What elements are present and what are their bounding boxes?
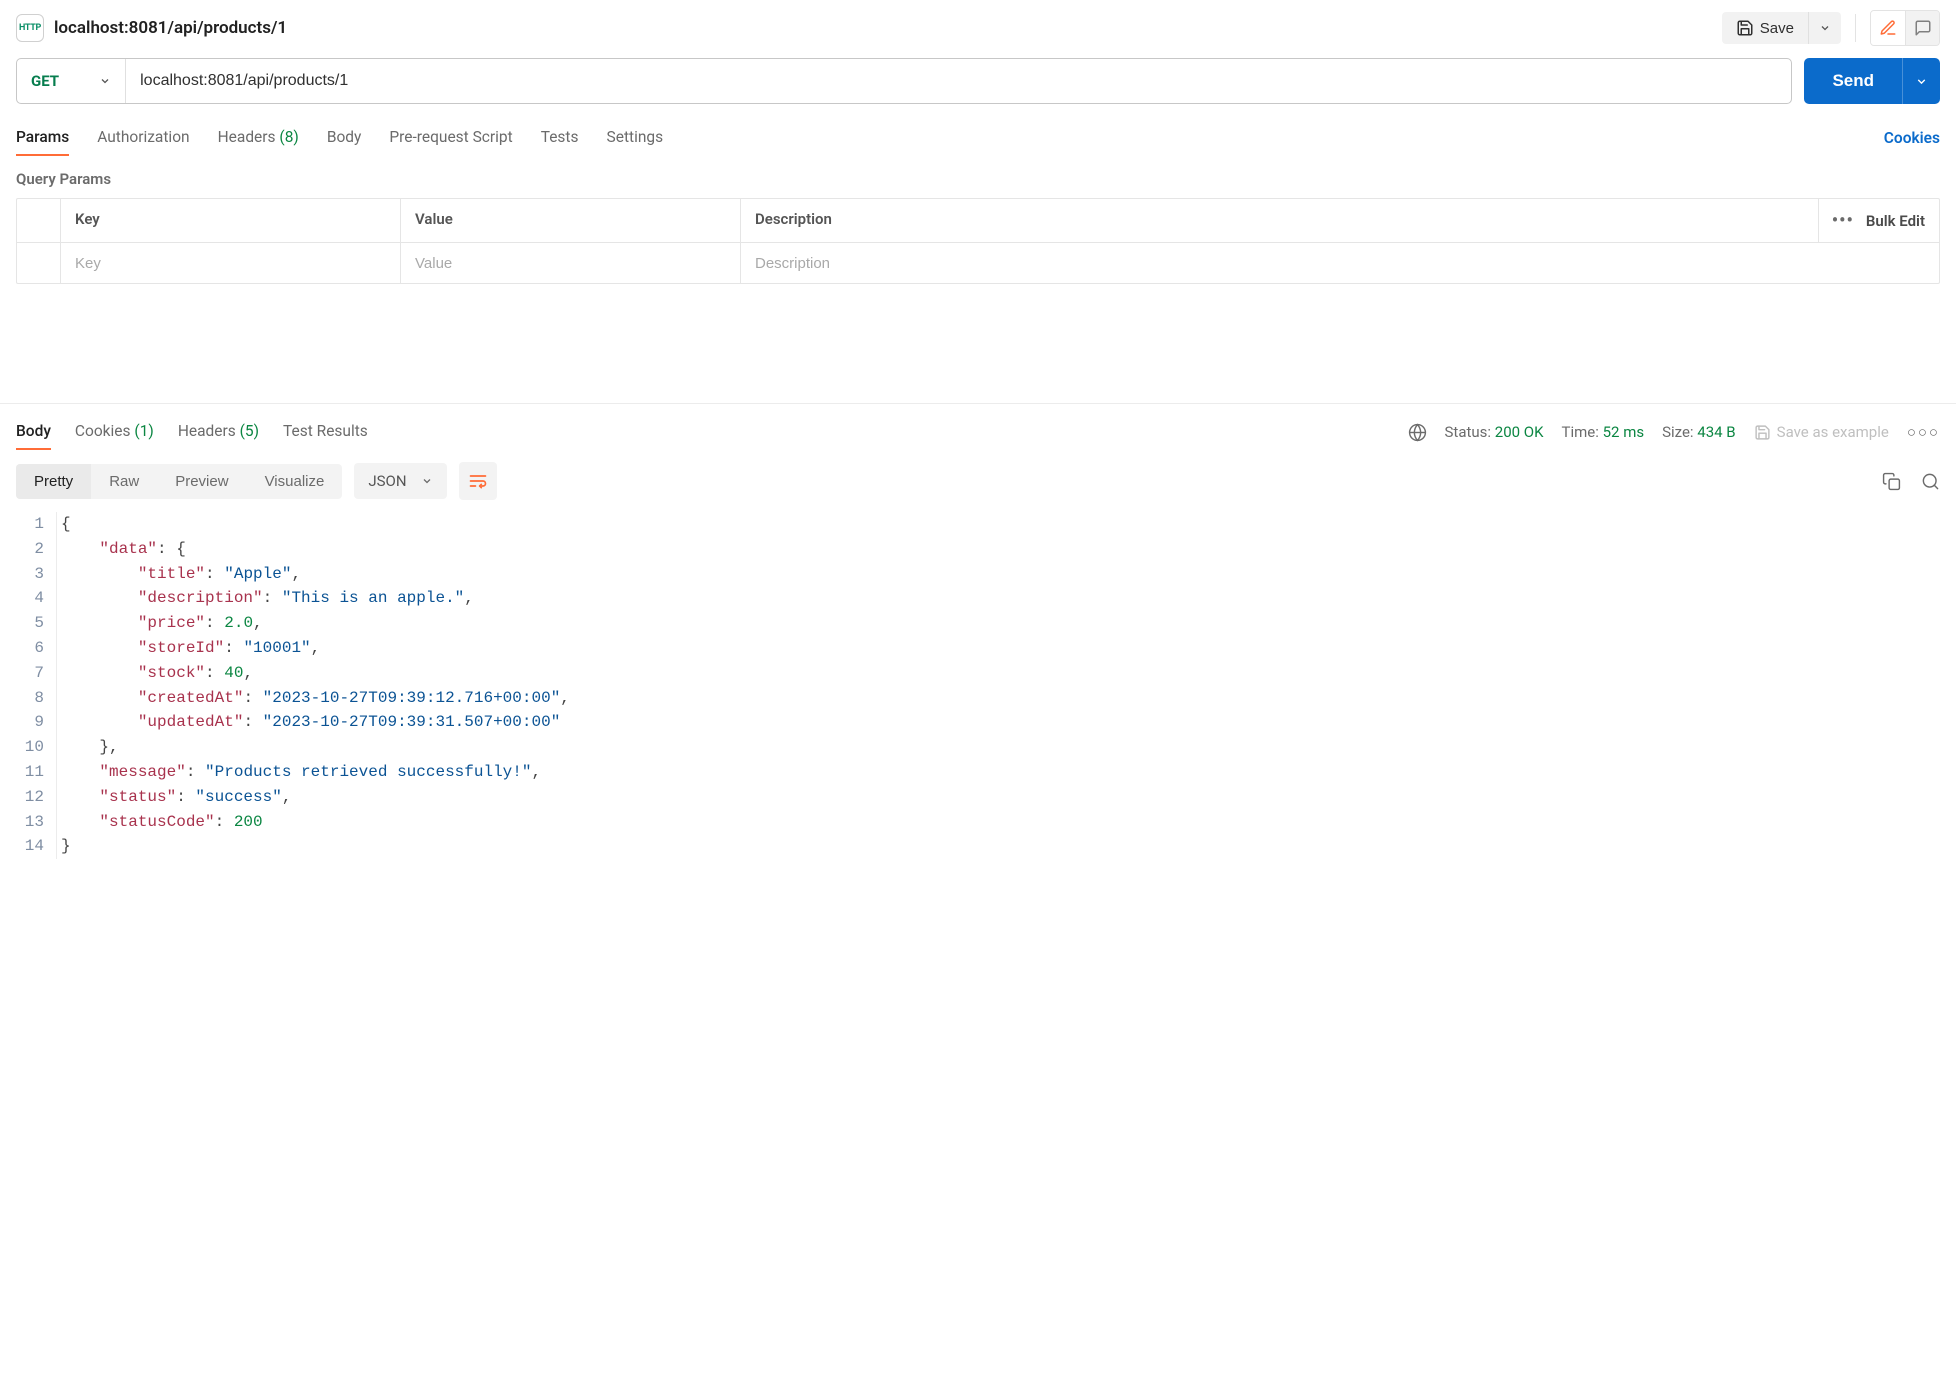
status-meta[interactable]: Status: 200 OK	[1445, 423, 1544, 441]
status-label: Status:	[1445, 423, 1492, 441]
size-value: 434 B	[1697, 423, 1735, 441]
bulk-edit-button[interactable]: Bulk Edit	[1866, 212, 1925, 230]
comments-button[interactable]	[1905, 11, 1939, 45]
view-pretty[interactable]: Pretty	[16, 464, 91, 499]
chevron-down-icon	[99, 75, 111, 87]
resp-tab-body[interactable]: Body	[16, 414, 51, 450]
save-button[interactable]: Save	[1722, 12, 1808, 44]
time-label: Time:	[1562, 423, 1599, 441]
resp-tab-cookies-label: Cookies	[75, 422, 131, 440]
copy-icon[interactable]	[1882, 472, 1901, 491]
resp-tab-headers-count: (5)	[240, 422, 259, 440]
response-body[interactable]: 1234567891011121314 { "data": { "title":…	[0, 512, 1956, 859]
http-badge-icon: HTTP	[16, 14, 44, 42]
resp-tab-headers-label: Headers	[178, 422, 236, 440]
query-params-table: Key Value Description ••• Bulk Edit	[16, 198, 1940, 284]
http-method-select[interactable]: GET	[17, 59, 126, 103]
more-columns-icon[interactable]: •••	[1832, 210, 1854, 231]
save-example-label: Save as example	[1777, 423, 1889, 441]
size-label: Size:	[1662, 423, 1693, 441]
param-desc-input[interactable]	[755, 255, 1805, 272]
save-icon	[1736, 19, 1754, 37]
tab-headers-label: Headers	[218, 128, 276, 146]
response-more-icon[interactable]: ○○○	[1907, 423, 1940, 441]
resp-tab-cookies-count: (1)	[134, 422, 153, 440]
view-visualize[interactable]: Visualize	[247, 464, 343, 499]
resp-tab-cookies[interactable]: Cookies (1)	[75, 414, 154, 450]
resp-tab-headers[interactable]: Headers (5)	[178, 414, 259, 450]
time-value: 52 ms	[1603, 423, 1644, 441]
param-key-input[interactable]	[75, 255, 386, 272]
language-select[interactable]: JSON	[354, 463, 446, 499]
save-dropdown-button[interactable]	[1808, 12, 1841, 44]
send-button[interactable]: Send	[1804, 58, 1902, 104]
language-value: JSON	[368, 472, 406, 490]
network-icon[interactable]	[1408, 423, 1427, 442]
view-preview[interactable]: Preview	[157, 464, 246, 499]
chevron-down-icon	[1819, 22, 1831, 34]
time-meta[interactable]: Time: 52 ms	[1562, 423, 1645, 441]
save-as-example-button[interactable]: Save as example	[1754, 423, 1889, 441]
status-value: 200 OK	[1495, 423, 1544, 441]
param-value-input[interactable]	[415, 255, 726, 272]
tab-body[interactable]: Body	[327, 120, 362, 156]
tab-headers[interactable]: Headers (8)	[218, 120, 299, 156]
wrap-lines-button[interactable]	[459, 462, 497, 500]
wrap-icon	[468, 471, 488, 491]
tab-authorization[interactable]: Authorization	[97, 120, 189, 156]
url-input[interactable]	[126, 59, 1791, 103]
http-method-value: GET	[31, 72, 59, 90]
save-icon	[1754, 424, 1771, 441]
cookies-link[interactable]: Cookies	[1884, 129, 1940, 147]
col-description: Description	[741, 199, 1819, 242]
request-title: localhost:8081/api/products/1	[54, 18, 1712, 38]
save-label: Save	[1760, 20, 1794, 37]
tab-settings[interactable]: Settings	[607, 120, 664, 156]
view-raw[interactable]: Raw	[91, 464, 157, 499]
tab-params[interactable]: Params	[16, 120, 69, 156]
tab-pre-request[interactable]: Pre-request Script	[389, 120, 512, 156]
resp-tab-test-results[interactable]: Test Results	[283, 414, 368, 450]
size-meta[interactable]: Size: 434 B	[1662, 423, 1736, 441]
chevron-down-icon	[1915, 75, 1928, 88]
send-dropdown-button[interactable]	[1902, 58, 1940, 104]
divider	[1855, 14, 1856, 42]
col-value: Value	[401, 199, 741, 242]
query-params-label: Query Params	[0, 156, 1956, 198]
edit-button[interactable]	[1871, 11, 1905, 45]
tab-headers-count: (8)	[279, 128, 298, 146]
tab-tests[interactable]: Tests	[541, 120, 579, 156]
comment-icon	[1914, 19, 1932, 37]
chevron-down-icon	[421, 475, 433, 487]
pencil-icon	[1879, 19, 1897, 37]
search-icon[interactable]	[1921, 472, 1940, 491]
col-key: Key	[61, 199, 401, 242]
